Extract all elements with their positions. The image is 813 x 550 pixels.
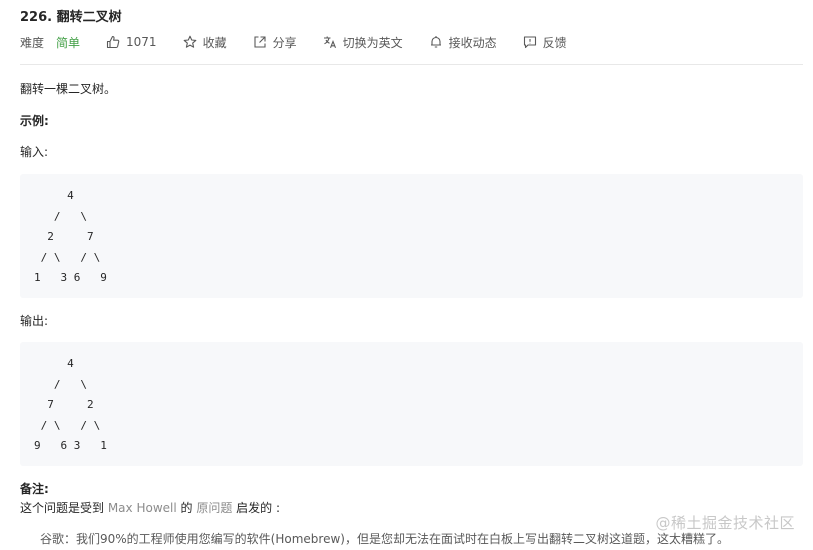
notify-label: 接收动态 — [448, 35, 497, 50]
google-quote: 谷歌：我们90%的工程师使用您编写的软件(Homebrew)，但是您却无法在面试… — [40, 532, 729, 546]
thumbs-up-icon — [106, 35, 120, 49]
favorite-label: 收藏 — [202, 35, 227, 50]
switch-language-button[interactable]: 切换为英文 — [323, 34, 403, 51]
input-code-block: 4 / \ 2 7 / \ / \ 1 3 6 9 — [20, 174, 803, 298]
input-label: 输入: — [20, 145, 49, 159]
output-code-block: 4 / \ 7 2 / \ / \ 9 6 3 1 — [20, 342, 803, 466]
output-label: 输出: — [20, 314, 49, 328]
note-middle: 的 — [176, 501, 197, 515]
note-prefix: 这个问题是受到 — [20, 501, 108, 515]
like-button[interactable]: 1071 — [106, 35, 157, 49]
problem-title: 226. 翻转二叉树 — [20, 10, 122, 25]
star-icon — [183, 35, 196, 48]
problem-meta-bar: 难度 简单 1071 收藏 分享 切换为英文 接收动态 反馈 — [20, 33, 593, 51]
feedback-label: 反馈 — [542, 35, 567, 50]
feedback-icon — [523, 36, 536, 49]
input-tree-code: 4 / \ 2 7 / \ / \ 1 3 6 9 — [34, 189, 107, 284]
watermark: @稀土掘金技术社区 — [655, 514, 795, 532]
share-label: 分享 — [272, 35, 297, 50]
original-problem-link[interactable]: 原问题 — [196, 501, 232, 515]
header-divider — [20, 64, 803, 65]
switch-language-label: 切换为英文 — [342, 35, 403, 50]
note-heading: 备注: — [20, 482, 49, 496]
difficulty-label: 难度 — [20, 35, 45, 50]
favorite-button[interactable]: 收藏 — [183, 34, 227, 51]
like-count: 1071 — [126, 35, 157, 49]
example-heading: 示例: — [20, 114, 49, 128]
bell-icon — [430, 36, 441, 48]
note-text: 这个问题是受到 Max Howell 的 原问题 启发的 : — [20, 499, 280, 516]
problem-description: 翻转一棵二叉树。 — [20, 82, 117, 96]
share-button[interactable]: 分享 — [253, 34, 297, 51]
output-tree-code: 4 / \ 7 2 / \ / \ 9 6 3 1 — [34, 357, 107, 452]
feedback-button[interactable]: 反馈 — [523, 34, 567, 51]
translate-icon — [323, 36, 336, 49]
note-suffix: 启发的 : — [232, 501, 281, 515]
author-link[interactable]: Max Howell — [108, 501, 177, 515]
notify-button[interactable]: 接收动态 — [429, 34, 497, 51]
share-icon — [254, 36, 266, 48]
difficulty-badge: 简单 — [56, 35, 81, 50]
